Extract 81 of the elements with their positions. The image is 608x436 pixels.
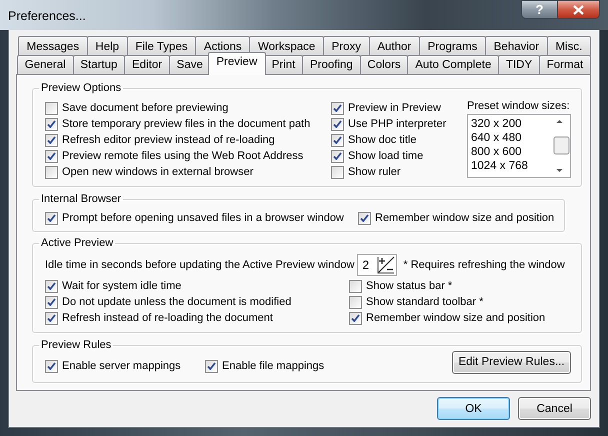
checkbox-label[interactable]: Enable server mappings xyxy=(62,360,181,372)
tab[interactable]: Auto Complete xyxy=(407,55,500,74)
checkbox-label[interactable]: Refresh editor preview instead of re-loading xyxy=(62,134,275,146)
tab[interactable]: TIDY xyxy=(498,55,540,74)
tab[interactable]: General xyxy=(17,55,74,74)
tab[interactable]: Misc. xyxy=(546,36,591,56)
tab[interactable]: Print xyxy=(264,55,304,74)
tab[interactable]: Workspace xyxy=(249,36,324,56)
checkbox-label[interactable]: Show load time xyxy=(348,150,424,162)
spin-field[interactable]: 2 xyxy=(357,254,398,276)
tab[interactable]: Messages xyxy=(18,36,88,56)
checkbox-label[interactable]: Use PHP interpreter xyxy=(348,118,446,130)
checkbox[interactable] xyxy=(45,134,58,146)
checkbox[interactable] xyxy=(45,312,58,324)
checkbox[interactable] xyxy=(45,212,58,224)
checkbox-label[interactable]: Remember window size and position xyxy=(375,212,554,224)
checkbox-label[interactable]: Show status bar * xyxy=(366,280,452,292)
close-icon xyxy=(573,4,584,14)
tab[interactable]: Author xyxy=(368,36,420,56)
checkbox[interactable] xyxy=(358,212,371,224)
checkbox[interactable] xyxy=(331,134,344,146)
checkbox-label[interactable]: Refresh instead of re-loading the document xyxy=(62,312,273,324)
checkbox[interactable] xyxy=(331,150,344,162)
tab[interactable]: Format xyxy=(538,55,591,74)
tab[interactable]: File Types xyxy=(126,36,196,56)
field-label: Idle time in seconds before updating the Active Preview window xyxy=(45,259,354,271)
dialog-button[interactable]: OK xyxy=(437,397,510,420)
edit-rules-button[interactable]: Edit Preview Rules... xyxy=(452,350,571,374)
list-item[interactable]: 640 x 480 xyxy=(470,131,522,145)
tab[interactable]: Save xyxy=(168,55,211,74)
tab[interactable]: Proofing xyxy=(302,55,361,74)
checkbox[interactable] xyxy=(331,102,344,114)
checkbox[interactable] xyxy=(45,150,58,162)
checkbox-label[interactable]: Preview in Preview xyxy=(348,102,441,114)
plus-minus-icon xyxy=(377,256,396,274)
checkbox[interactable] xyxy=(45,280,58,292)
checkbox-label[interactable]: Preview remote files using the Web Root Address xyxy=(62,150,304,162)
list-item[interactable]: 800 x 600 xyxy=(470,145,522,159)
close-button[interactable] xyxy=(557,0,600,19)
tab[interactable]: Preview xyxy=(208,52,266,75)
dialog-button[interactable]: Cancel xyxy=(518,397,591,420)
list-label: Preset window sizes: xyxy=(466,100,571,112)
tab[interactable]: Startup xyxy=(72,55,126,74)
checkbox-label[interactable]: Enable file mappings xyxy=(222,360,324,372)
group-title: Preview Options xyxy=(41,82,122,94)
tab[interactable]: Behavior xyxy=(485,36,548,56)
group-title: Preview Rules xyxy=(41,339,112,351)
checkbox-label[interactable]: Remember window size and position xyxy=(366,312,546,324)
checkbox[interactable] xyxy=(349,296,362,308)
checkbox-label[interactable]: Store temporary preview files in the document path xyxy=(62,118,310,130)
checkbox-label[interactable]: Show standard toolbar * xyxy=(366,296,484,308)
note-text: * Requires refreshing the window xyxy=(403,259,565,271)
checkbox-label[interactable]: Open new windows in external browser xyxy=(62,166,254,178)
tab[interactable]: Help xyxy=(86,36,128,56)
checkbox[interactable] xyxy=(205,360,218,372)
checkbox[interactable] xyxy=(331,166,344,178)
tab[interactable]: Proxy xyxy=(322,36,370,56)
window-title: Preferences... xyxy=(8,9,86,23)
list-box[interactable]: 320 x 200 640 x 480 800 x 600 1024 x 768 xyxy=(466,114,571,178)
checkbox-label[interactable]: Save document before previewing xyxy=(62,102,228,114)
checkbox[interactable] xyxy=(331,118,344,130)
checkbox[interactable] xyxy=(349,312,362,324)
checkbox[interactable] xyxy=(349,280,362,292)
checkbox-label[interactable]: Show doc title xyxy=(348,134,416,146)
checkbox[interactable] xyxy=(45,296,58,308)
tab[interactable]: Programs xyxy=(418,36,486,56)
group-title: Active Preview xyxy=(41,237,114,249)
checkbox[interactable] xyxy=(45,118,58,130)
checkbox-label[interactable]: Prompt before opening unsaved files in a browser window xyxy=(62,212,344,224)
list-item[interactable]: 1024 x 768 xyxy=(470,159,528,173)
group-title: Internal Browser xyxy=(41,193,122,205)
checkbox-label[interactable]: Do not update unless the document is modified xyxy=(62,296,292,308)
list-item[interactable]: 320 x 200 xyxy=(470,117,522,131)
checkbox-label[interactable]: Wait for system idle time xyxy=(62,280,182,292)
tab[interactable]: Editor xyxy=(124,55,170,74)
checkbox[interactable] xyxy=(45,166,58,178)
tab[interactable]: Colors xyxy=(360,55,408,74)
checkbox-label[interactable]: Show ruler xyxy=(348,166,401,178)
checkbox[interactable] xyxy=(45,360,58,372)
checkbox[interactable] xyxy=(45,102,58,114)
spin-button[interactable] xyxy=(376,255,396,275)
